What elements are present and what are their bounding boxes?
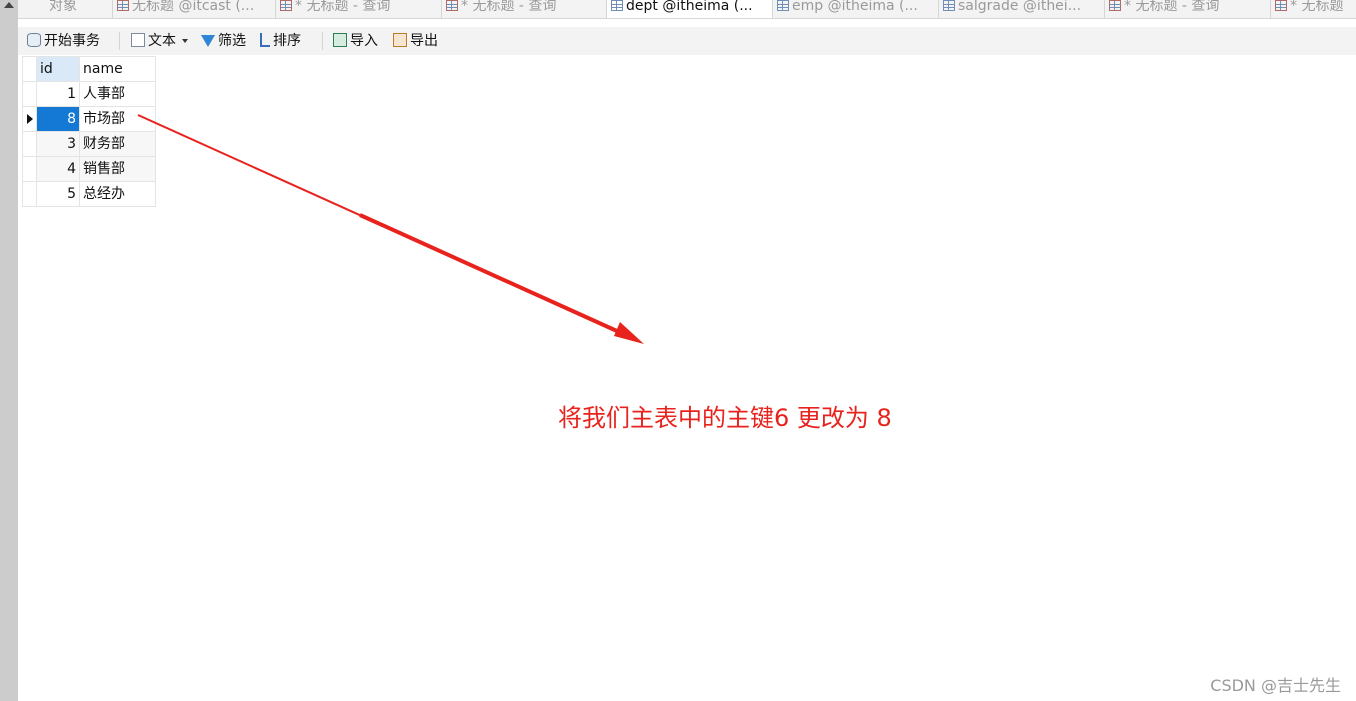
annotation-arrow-shaft-thick	[359, 213, 629, 338]
annotation-arrow	[137, 114, 644, 344]
annotation-arrow-head-icon	[614, 322, 644, 344]
watermark: CSDN @吉士先生	[1210, 676, 1341, 695]
annotation-text: 将我们主表中的主键6 更改为 8	[558, 404, 892, 432]
